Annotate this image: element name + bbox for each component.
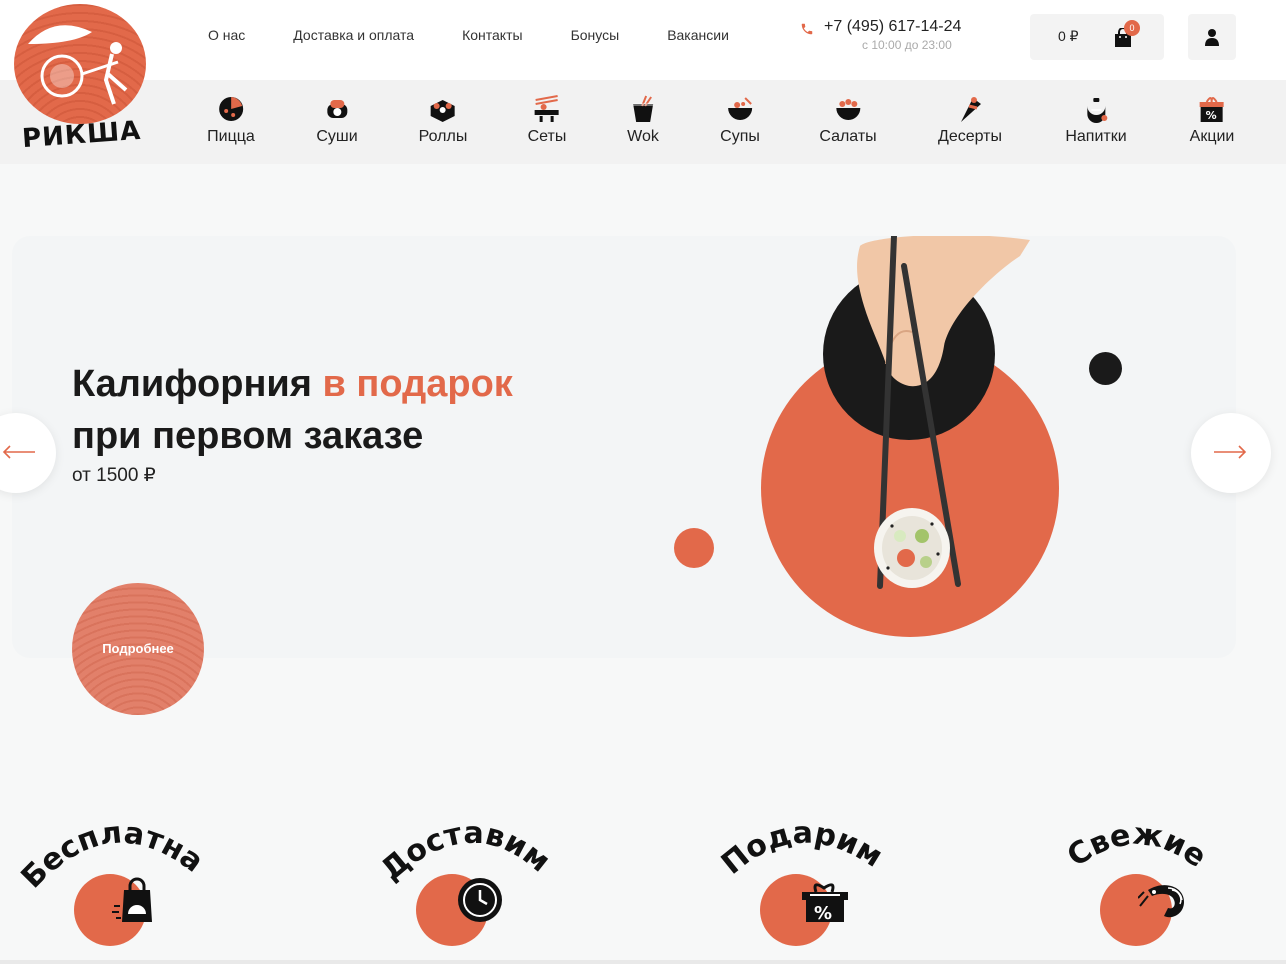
shrimp-icon: [1138, 885, 1184, 918]
category-label: Пицца: [207, 128, 255, 145]
hero-title: Калифорния в подарок при первом заказе: [72, 358, 513, 462]
pizza-icon: [218, 97, 243, 121]
logo-emblem: [14, 4, 146, 124]
feature-free-delivery: Бесплатная: [14, 812, 214, 962]
dessert-icon: [960, 97, 981, 122]
category-label: Салаты: [819, 128, 877, 145]
nav-delivery[interactable]: Доставка и оплата: [293, 27, 414, 43]
category-salads[interactable]: Салаты: [819, 94, 877, 146]
top-bar: РИКША О нас Доставка и оплата Контакты Б…: [0, 0, 1286, 154]
soup-icon: [728, 97, 752, 120]
cart-count-badge: 0: [1124, 20, 1140, 36]
decor-small-black-dot: [1089, 352, 1122, 385]
category-sets[interactable]: Сеты: [527, 94, 567, 146]
category-label: Супы: [720, 128, 760, 145]
arrow-right-icon: [1214, 445, 1247, 459]
hero-title-part1: Калифорния: [72, 363, 323, 405]
sushi-icon: [326, 100, 347, 118]
promo-icon: %: [1200, 97, 1224, 122]
category-label: Десерты: [937, 128, 1003, 145]
nav-vacancies[interactable]: Вакансии: [667, 27, 729, 43]
logo[interactable]: РИКША: [8, 0, 156, 160]
gift-percent-icon: %: [802, 883, 848, 924]
feature-word-text: Свежие: [1066, 816, 1213, 874]
feature-fresh: Свежие: [1066, 812, 1266, 962]
sets-icon: [535, 95, 559, 122]
category-label: Акции: [1189, 128, 1235, 145]
hero-title-accent: в подарок: [322, 363, 513, 405]
cart-button[interactable]: 0 ₽ 0: [1030, 14, 1164, 60]
working-hours: с 10:00 до 23:00: [862, 38, 952, 52]
feature-gifts: Подарим %: [718, 812, 918, 962]
category-label: Напитки: [1065, 128, 1127, 145]
phone-icon: [801, 23, 813, 35]
feature-word-text: Подарим: [718, 816, 889, 882]
slider-next-button[interactable]: [1191, 413, 1271, 493]
feature-fast-delivery: Доставим: [370, 812, 570, 962]
category-label: Суши: [316, 128, 358, 145]
nav-contacts[interactable]: Контакты: [462, 27, 522, 43]
section-divider: [0, 960, 1286, 964]
svg-text:%: %: [1206, 109, 1217, 122]
arrow-left-icon: [2, 445, 35, 459]
nav-about[interactable]: О нас: [208, 27, 245, 43]
category-rolls[interactable]: Роллы: [418, 94, 468, 146]
delivery-bag-icon: [112, 877, 152, 922]
category-promo[interactable]: % Акции: [1189, 94, 1235, 146]
cart-sum: 0 ₽: [1058, 28, 1079, 44]
category-label: Сеты: [527, 128, 567, 145]
category-label: Роллы: [418, 128, 468, 145]
category-drinks[interactable]: Напитки: [1065, 94, 1127, 146]
svg-text:Свежие: Свежие: [1066, 816, 1213, 874]
category-label: Wok: [627, 128, 659, 145]
category-sushi[interactable]: Суши: [316, 94, 358, 146]
decor-small-orange-dot: [674, 528, 714, 568]
category-pizza[interactable]: Пицца: [207, 94, 255, 146]
clock-icon: [458, 878, 502, 922]
category-desserts[interactable]: Десерты: [938, 94, 1002, 146]
hero-subtitle: от 1500 ₽: [72, 465, 156, 486]
user-icon: [1205, 29, 1219, 46]
category-wok[interactable]: Wok: [627, 94, 659, 146]
wok-icon: [633, 95, 653, 122]
hero-title-line2: при первом заказе: [72, 415, 424, 457]
salad-icon: [836, 99, 860, 120]
phone-number[interactable]: +7 (495) 617-14-24: [824, 18, 961, 36]
more-button[interactable]: Подробнее: [72, 583, 204, 715]
drinks-icon: [1086, 98, 1107, 123]
nav-bonuses[interactable]: Бонусы: [571, 27, 620, 43]
rolls-icon: [431, 100, 455, 122]
chopsticks-sushi-image: [857, 236, 1030, 589]
category-soups[interactable]: Супы: [720, 94, 760, 146]
top-nav: О нас Доставка и оплата Контакты Бонусы …: [208, 27, 729, 43]
svg-text:%: %: [814, 903, 832, 924]
category-bar: Пицца Суши Роллы Сеты Wok Супы Салаты Де…: [0, 80, 1286, 164]
account-button[interactable]: [1188, 14, 1236, 60]
svg-text:Подарим: Подарим: [718, 816, 889, 882]
